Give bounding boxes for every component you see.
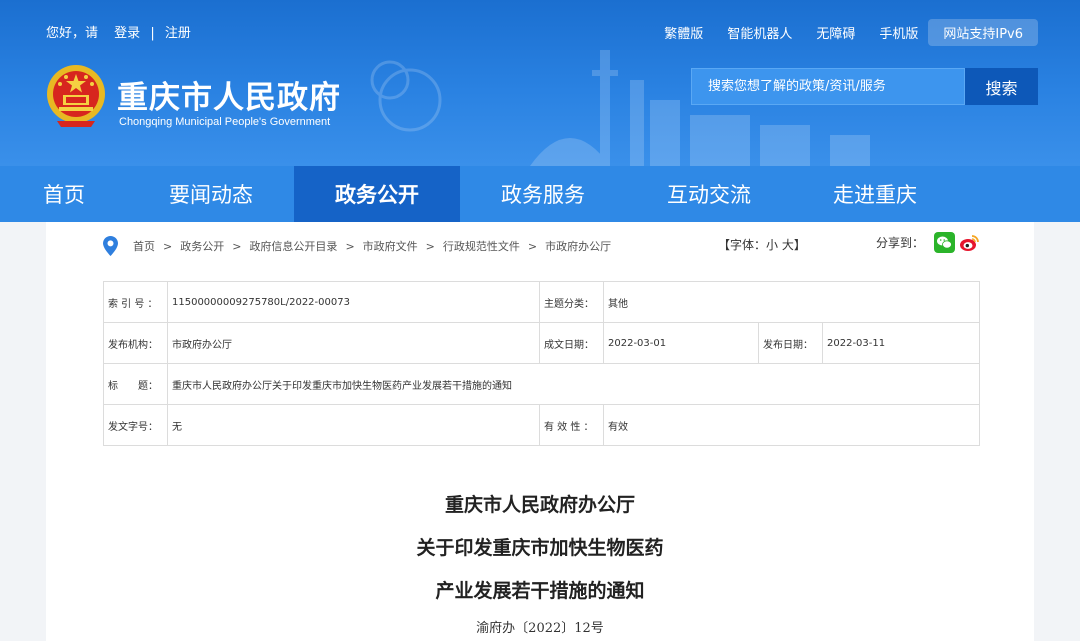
accessibility-link[interactable]: 无障碍 [816, 23, 855, 42]
publisher-label: 发布机构： [103, 322, 168, 364]
search-button[interactable]: 搜索 [965, 68, 1038, 105]
top-links: 繁體版 智能机器人 无障碍 手机版 网站支持IPv6 [640, 19, 1038, 46]
smart-robot-link[interactable]: 智能机器人 [727, 23, 792, 42]
nav-interaction[interactable]: 互动交流 [626, 166, 792, 222]
font-size-large-button[interactable]: 大 [782, 238, 794, 252]
title-label: 标 题： [103, 363, 168, 405]
published-date-value: 2022-03-11 [822, 322, 980, 364]
document-title: 重庆市人民政府办公厅 关于印发重庆市加快生物医药 产业发展若干措施的通知 [46, 484, 1034, 613]
share-label: 分享到： [876, 236, 925, 250]
main-nav: 首页 要闻动态 政务公开 政务服务 互动交流 走进重庆 [0, 166, 1080, 222]
document-number: 渝府办〔2022〕12号 [476, 621, 604, 636]
location-pin-icon [103, 236, 118, 256]
table-row: 索 引 号 ： 11500000009275780L/2022-00073 主题… [103, 281, 980, 323]
weibo-icon[interactable] [959, 232, 980, 253]
site-title: 重庆市人民政府 [117, 80, 341, 116]
search-input[interactable] [691, 68, 965, 105]
nav-about-chongqing[interactable]: 走进重庆 [792, 166, 958, 222]
published-date-label: 发布日期： [758, 322, 823, 364]
document-title-line-2: 关于印发重庆市加快生物医药 [416, 537, 664, 559]
created-date-label: 成文日期： [539, 322, 604, 364]
table-row: 标 题： 重庆市人民政府办公厅关于印发重庆市加快生物医药产业发展若干措施的通知 [103, 363, 980, 405]
topic-label: 主题分类： [539, 281, 604, 323]
breadcrumb-city-docs[interactable]: 市政府文件 [363, 240, 418, 253]
index-number-value: 11500000009275780L/2022-00073 [167, 281, 540, 323]
login-link[interactable]: 登录 [114, 26, 140, 41]
validity-label: 有 效 性 ： [539, 404, 604, 446]
site-subtitle: Chongqing Municipal People's Government [119, 116, 331, 128]
wechat-icon[interactable] [934, 232, 956, 253]
nav-services[interactable]: 政务服务 [460, 166, 626, 222]
document-metadata-table: 索 引 号 ： 11500000009275780L/2022-00073 主题… [103, 281, 980, 446]
breadcrumb-home[interactable]: 首页 [133, 240, 155, 253]
publisher-value: 市政府办公厅 [167, 322, 540, 364]
document-title-line-1: 重庆市人民政府办公厅 [444, 494, 635, 516]
created-date-value: 2022-03-01 [603, 322, 759, 364]
breadcrumb-gov-affairs[interactable]: 政务公开 [180, 240, 224, 253]
index-number-label: 索 引 号 ： [103, 281, 168, 323]
breadcrumb: 首页 > 政务公开 > 政府信息公开目录 > 市政府文件 > 行政规范性文件 > 市政府办公厅 [103, 235, 663, 259]
breadcrumb-regulatory-docs[interactable]: 行政规范性文件 [443, 240, 520, 253]
register-link[interactable]: 注册 [165, 26, 191, 41]
document-number-label: 发文字号： [103, 404, 168, 446]
font-size-control: 【字体：小 大】 [718, 235, 806, 255]
login-area: 您好，请 登录 | 注册 [46, 22, 191, 41]
font-size-suffix: 】 [793, 238, 806, 252]
login-divider: | [150, 26, 155, 41]
ipv6-badge: 网站支持IPv6 [928, 19, 1038, 46]
font-size-prefix: 【字体： [718, 238, 767, 252]
font-size-small-button[interactable]: 小 [766, 238, 778, 252]
nav-government-affairs[interactable]: 政务公开 [294, 166, 460, 222]
mobile-version-link[interactable]: 手机版 [879, 23, 918, 42]
table-row: 发布机构： 市政府办公厅 成文日期： 2022-03-01 发布日期： 2022… [103, 322, 980, 364]
traditional-chinese-link[interactable]: 繁體版 [664, 23, 703, 42]
share-bar: 分享到： [876, 232, 980, 253]
document-number-value: 无 [167, 404, 540, 446]
national-emblem-icon [47, 65, 105, 127]
breadcrumb-separator: > [232, 240, 242, 253]
document-title-line-3: 产业发展若干措施的通知 [435, 580, 645, 602]
nav-home[interactable]: 首页 [0, 166, 128, 222]
validity-value: 有效 [603, 404, 980, 446]
title-value: 重庆市人民政府办公厅关于印发重庆市加快生物医药产业发展若干措施的通知 [167, 363, 980, 405]
site-header: 您好，请 登录 | 注册 繁體版 智能机器人 无障碍 手机版 网站支持IPv6 … [0, 0, 1080, 166]
breadcrumb-separator: > [425, 240, 435, 253]
breadcrumb-info-catalog[interactable]: 政府信息公开目录 [249, 240, 337, 253]
breadcrumb-separator: > [345, 240, 355, 253]
breadcrumb-separator: > [527, 240, 538, 253]
breadcrumb-general-office[interactable]: 市政府办公厅 [545, 240, 611, 253]
greeting-text: 您好，请 [46, 26, 99, 41]
article-content: 首页 > 政务公开 > 政府信息公开目录 > 市政府文件 > 行政规范性文件 > 市政府办公厅 【字… [46, 222, 1034, 641]
breadcrumb-separator: > [163, 240, 173, 253]
topic-value: 其他 [603, 281, 980, 323]
top-bar: 您好，请 登录 | 注册 繁體版 智能机器人 无障碍 手机版 网站支持IPv6 [0, 0, 1080, 60]
table-row: 发文字号： 无 有 效 性 ： 有效 [103, 404, 980, 446]
nav-news[interactable]: 要闻动态 [128, 166, 294, 222]
